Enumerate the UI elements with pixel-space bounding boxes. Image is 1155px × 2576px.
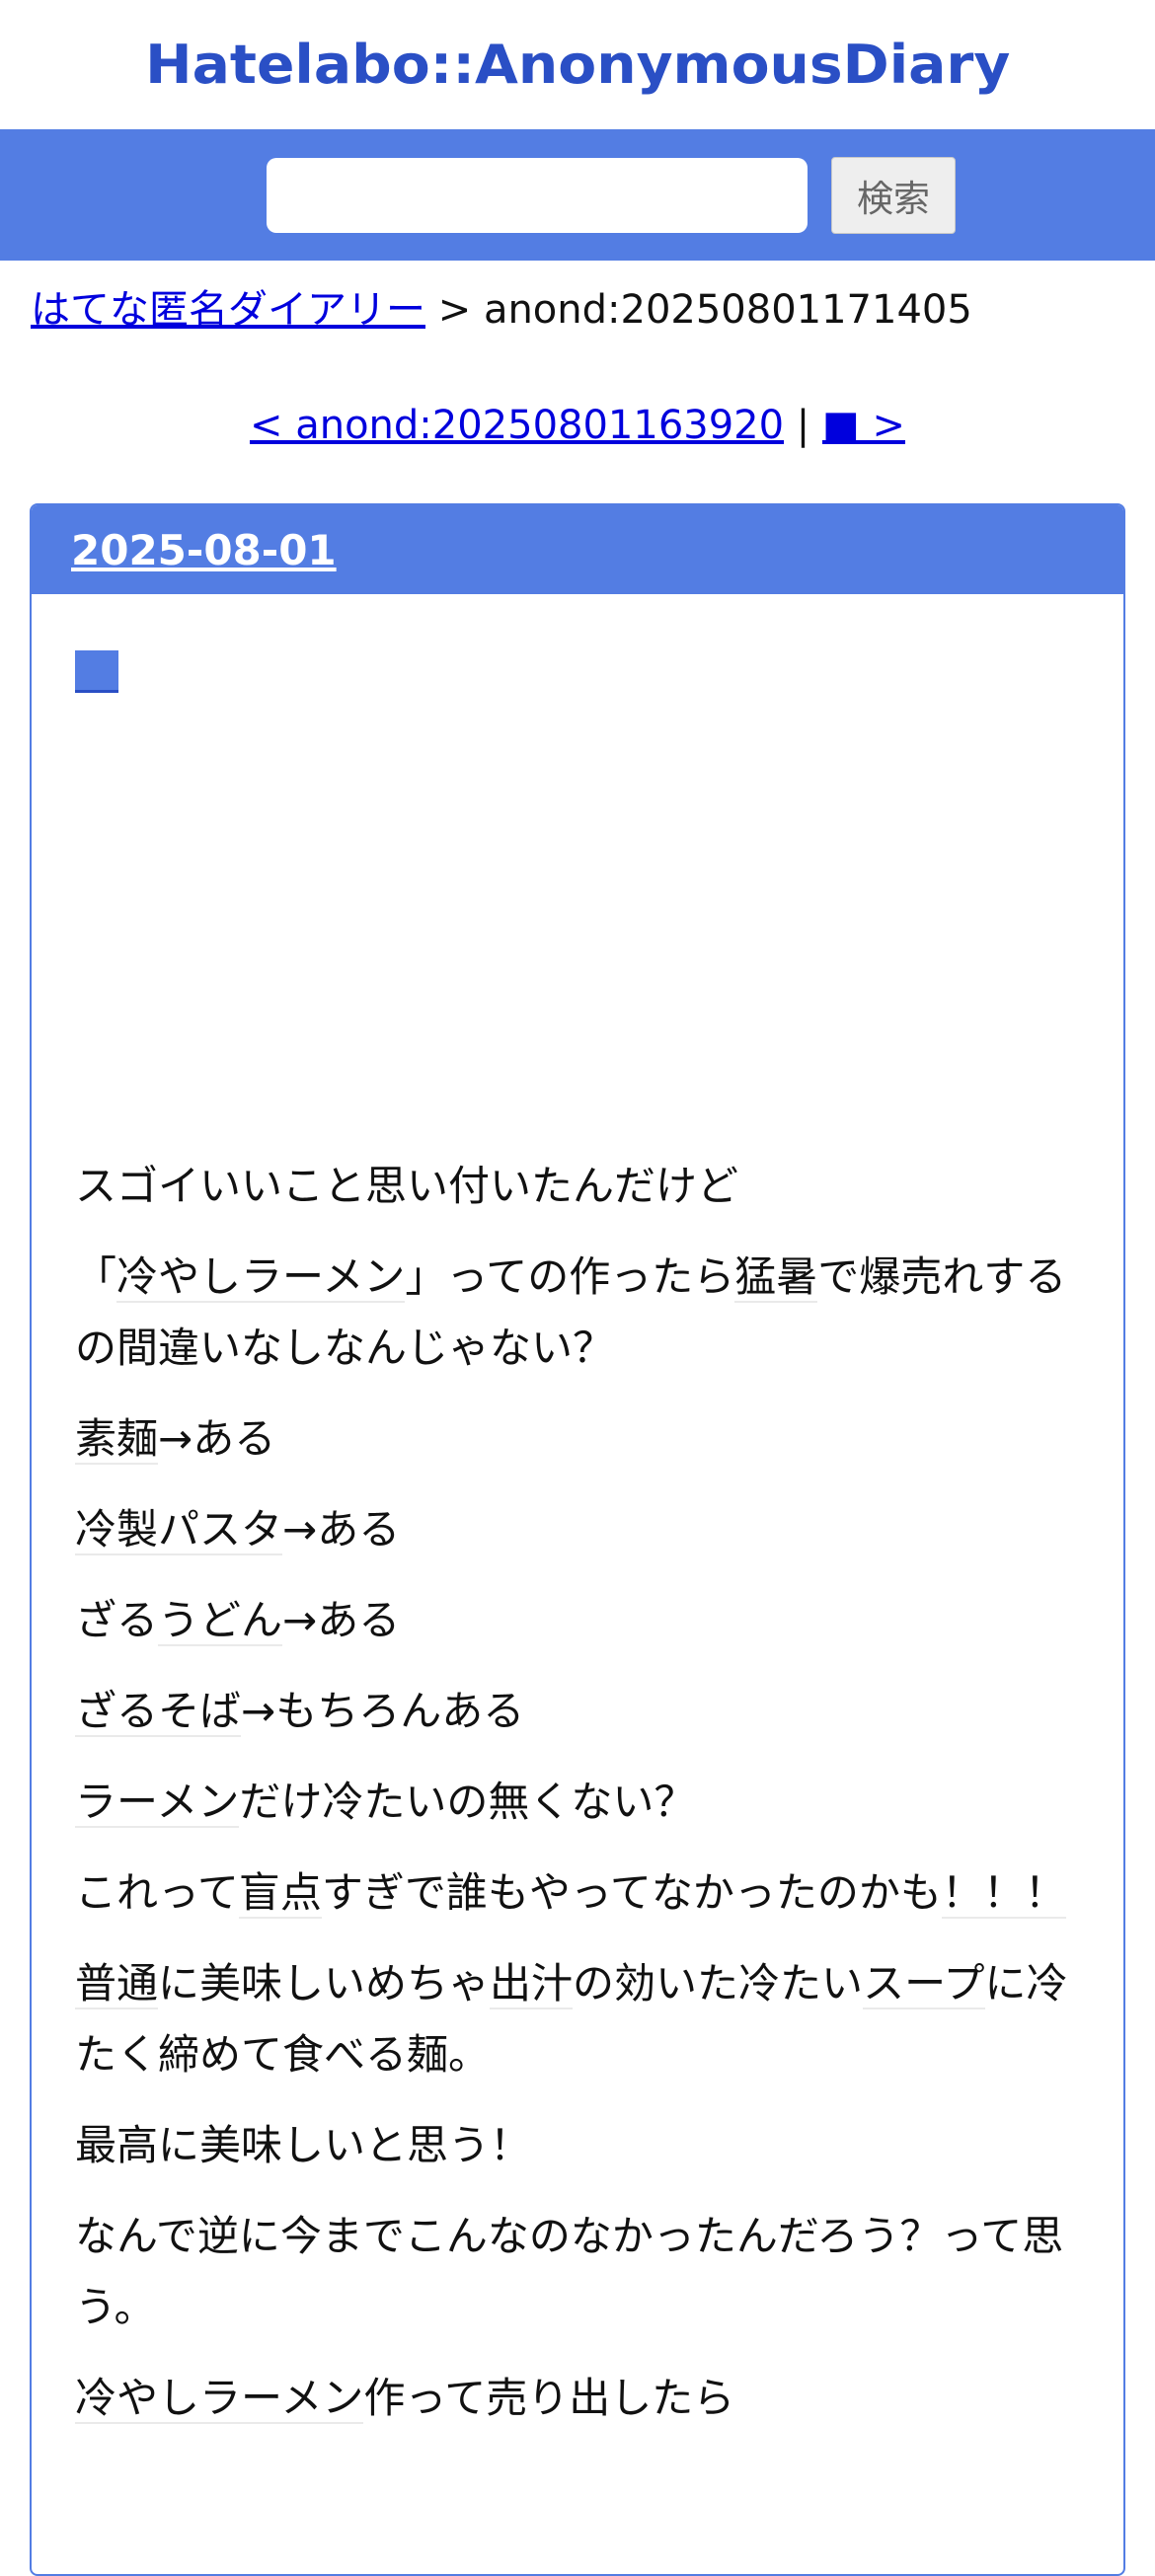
keyword-link[interactable]: 冷やしラーメン (75, 2374, 364, 2424)
entry-text-segment: →もちろんある (241, 1687, 525, 1735)
entry-text-segment: これって (75, 1868, 239, 1917)
entry-text-segment: 最高に美味しいと思う！ (75, 2121, 532, 2169)
entry-text-segment: 作って売り出したら (363, 2374, 735, 2422)
keyword-link[interactable]: 盲点 (238, 1868, 322, 1919)
search-button[interactable]: 検索 (831, 156, 956, 234)
site-header: Hatelabo::AnonymousDiary (0, 0, 1155, 129)
entry-text-segment: ざる (75, 1596, 159, 1644)
pager-separator: | (784, 403, 822, 448)
breadcrumb-home-link[interactable]: はてな匿名ダイアリー (31, 287, 425, 333)
keyword-link[interactable]: スープ (863, 1959, 985, 2009)
entry-paragraph: ざるそば→もちろんある (75, 1676, 1080, 1747)
entry-paragraph: これって盲点すぎで誰もやってなかったのかも！！！ (75, 1857, 1080, 1929)
day-date-link[interactable]: 2025-08-01 (71, 526, 337, 574)
keyword-link[interactable]: 素麺 (75, 1414, 159, 1465)
keyword-link[interactable]: 猛暑 (734, 1252, 818, 1303)
entry-permalink-square-icon[interactable] (75, 650, 118, 693)
entry-text-segment: →ある (282, 1505, 401, 1553)
entry-paragraph: なんで逆に今までこんなのなかったんだろう？って思う。 (75, 2201, 1080, 2343)
breadcrumb-current: > anond:20250801171405 (425, 287, 972, 333)
keyword-link[interactable]: ラーメン (75, 1778, 240, 1828)
entry-text-segment: なんで逆に今までこんなのなかったんだろう？って思う。 (75, 2212, 1064, 2331)
keyword-link[interactable]: うどん (158, 1596, 283, 1646)
next-entry-link[interactable]: ■ > (822, 403, 905, 448)
keyword-link[interactable]: ざるそば (75, 1687, 242, 1737)
entry-paragraph: 普通に美味しいめちゃ出汁の効いた冷たいスープに冷たく締めて食べる麺。 (75, 1948, 1080, 2090)
entry-paragraph: 素麺→ある (75, 1403, 1080, 1475)
entry-text-segment: に美味しいめちゃ (158, 1959, 491, 2008)
search-input[interactable] (267, 157, 808, 233)
entry-text-segment: だけ冷たいの無くない？ (239, 1778, 696, 1826)
prev-entry-link[interactable]: < anond:20250801163920 (250, 403, 784, 448)
day-header: 2025-08-01 (32, 505, 1123, 594)
diary-section: 2025-08-01 スゴイいいこと思い付いたんだけど 「冷やしラーメン」っての作… (30, 503, 1125, 2576)
entry-paragraph: 冷やしラーメン作って売り出したら (75, 2363, 1080, 2434)
entry-paragraph: 冷製パスタ→ある (75, 1494, 1080, 1565)
entry-text-segment: 「 (75, 1252, 117, 1301)
entry-body: スゴイいいこと思い付いたんだけど「冷やしラーメン」っての作ったら猛暑で爆売れする… (32, 594, 1123, 2434)
entry-text-segment: スゴイいいこと思い付いたんだけど (75, 1162, 739, 1210)
search-bar: 検索 (0, 129, 1155, 261)
entry-text: スゴイいいこと思い付いたんだけど「冷やしラーメン」っての作ったら猛暑で爆売れする… (75, 1151, 1080, 2434)
entry-paragraph: スゴイいいこと思い付いたんだけど (75, 1151, 1080, 1222)
site-title-link[interactable]: Hatelabo::AnonymousDiary (145, 34, 1010, 96)
entry-text-segment: →ある (158, 1414, 276, 1463)
entry-pager: < anond:20250801163920 | ■ > (0, 396, 1155, 455)
entry-paragraph: 最高に美味しいと思う！ (75, 2110, 1080, 2181)
breadcrumb: はてな匿名ダイアリー > anond:20250801171405 (31, 280, 972, 340)
entry-text-segment: 」っての作ったら (405, 1252, 735, 1301)
keyword-link[interactable]: ！！！ (941, 1868, 1066, 1919)
keyword-link[interactable]: 普通 (75, 1959, 159, 2009)
entry-paragraph: ラーメンだけ冷たいの無くない？ (75, 1767, 1080, 1838)
entry-text-segment: →ある (282, 1596, 401, 1644)
keyword-link[interactable]: 冷製パスタ (75, 1505, 283, 1555)
entry-text-segment: の効いた冷たい (573, 1959, 864, 2008)
entry-paragraph: ざるうどん→ある (75, 1585, 1080, 1656)
keyword-link[interactable]: 冷やしラーメン (116, 1252, 406, 1303)
keyword-link[interactable]: 出汁 (490, 1959, 574, 2009)
entry-text-segment: すぎで誰もやってなかったのかも (321, 1868, 942, 1917)
entry-paragraph: 「冷やしラーメン」っての作ったら猛暑で爆売れするの間違いなしなんじゃない？ (75, 1242, 1080, 1384)
